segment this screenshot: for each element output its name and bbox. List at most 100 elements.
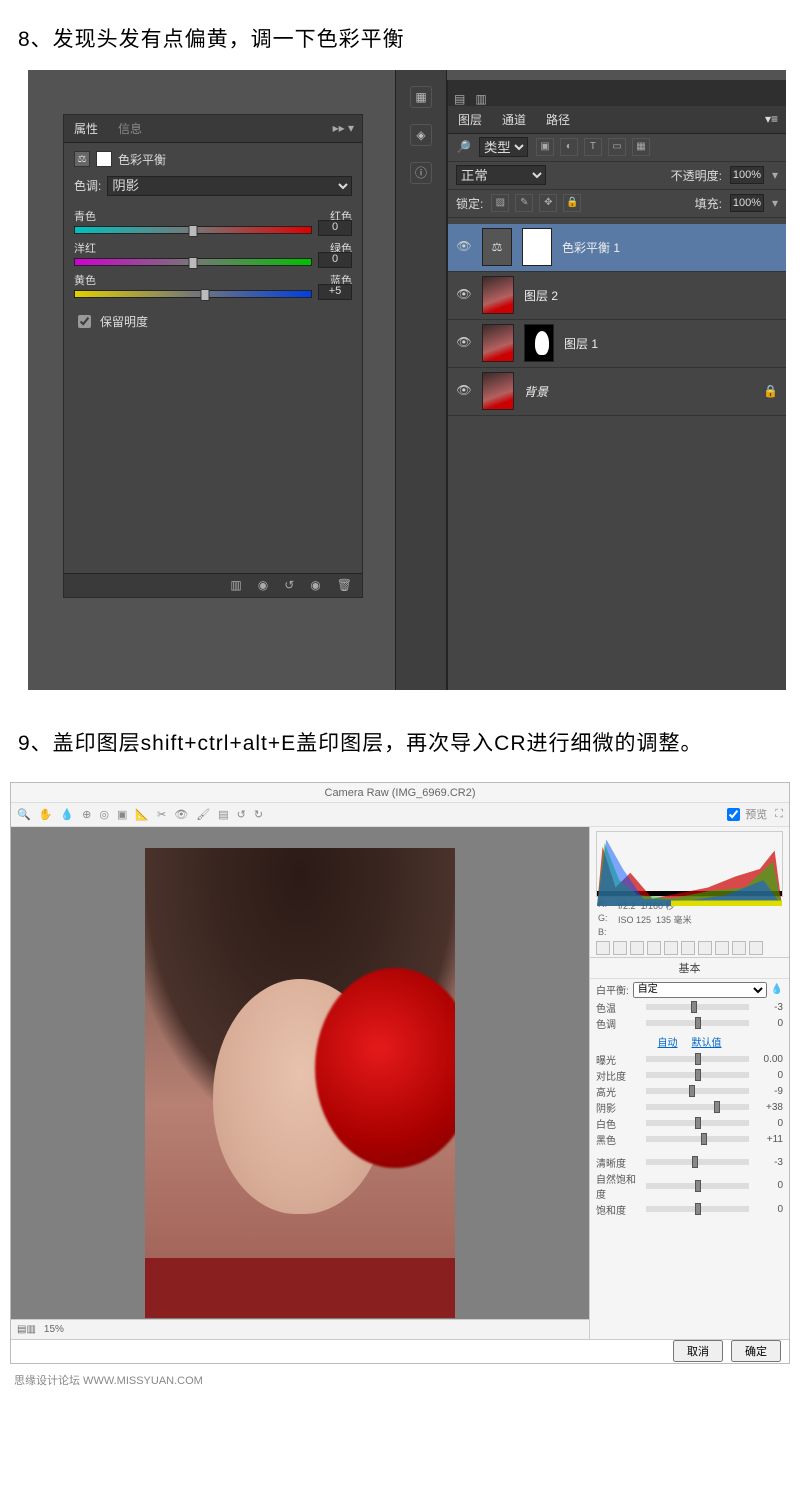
value-yellow-blue[interactable]: +5 — [318, 284, 352, 300]
tab-paths[interactable]: 路径 — [536, 106, 580, 133]
tab-detail-icon[interactable] — [630, 941, 644, 955]
view-prev-icon[interactable]: ◉ — [258, 578, 268, 592]
adjustment-thumb[interactable]: ⚖ — [482, 228, 512, 266]
slider-cyan-red[interactable]: 青色红色 0 — [74, 208, 352, 234]
sampler-tool-icon[interactable]: ⊕ — [82, 808, 91, 821]
slider-clarity[interactable]: 清晰度-3 — [596, 1155, 783, 1170]
filter-shape-icon[interactable]: ▭ — [608, 138, 626, 156]
brush-tool-icon[interactable]: 🖌 — [196, 808, 210, 821]
crop-tool-icon[interactable]: ▣ — [117, 808, 127, 821]
tab-split-icon[interactable] — [664, 941, 678, 955]
layer-thumb[interactable] — [482, 372, 514, 410]
rotate-cw-icon[interactable]: ↻ — [254, 808, 263, 821]
fill-dropdown-icon[interactable]: ▾ — [772, 196, 778, 210]
ok-button[interactable]: 确定 — [731, 1340, 781, 1362]
opacity-dropdown-icon[interactable]: ▾ — [772, 168, 778, 182]
wb-select[interactable]: 自定 — [633, 982, 767, 998]
mask-thumb[interactable] — [524, 324, 554, 362]
cr-preview-area[interactable]: ▤▥ 15% — [11, 827, 589, 1339]
blend-mode-select[interactable]: 正常 — [456, 165, 546, 185]
tab-layers[interactable]: 图层 — [448, 106, 492, 133]
tone-select[interactable]: 阴影 — [107, 176, 352, 196]
panel-menu-icon[interactable]: ▸▸ ▾ — [325, 121, 362, 135]
layer-name[interactable]: 色彩平衡 1 — [562, 239, 620, 256]
hand-tool-icon[interactable]: ✋ — [39, 808, 53, 821]
layer-mask-thumb[interactable] — [96, 151, 112, 167]
lock-move-icon[interactable]: ✥ — [539, 194, 557, 212]
eye-icon[interactable]: 👁 — [456, 383, 472, 399]
preserve-luminosity-checkbox[interactable]: 保留明度 — [74, 312, 352, 331]
layer-row-1[interactable]: 👁 图层 1 — [448, 320, 786, 368]
value-cyan-red[interactable]: 0 — [318, 220, 352, 236]
arrange-icon[interactable]: ▦ — [410, 86, 432, 108]
mask-thumb[interactable] — [522, 228, 552, 266]
slider-shadows[interactable]: 阴影+38 — [596, 1100, 783, 1115]
slider-highlights[interactable]: 高光-9 — [596, 1084, 783, 1099]
target-tool-icon[interactable]: ◎ — [99, 808, 109, 821]
lock-all-icon[interactable]: 🔒 — [563, 194, 581, 212]
layers-menu-icon[interactable]: ▾≡ — [757, 112, 786, 126]
layer-name[interactable]: 图层 1 — [564, 335, 598, 352]
tab-hsl-icon[interactable] — [647, 941, 661, 955]
slider-temp[interactable]: 色温-3 — [596, 1000, 783, 1015]
filter-type-icon[interactable]: T — [584, 138, 602, 156]
slider-exposure[interactable]: 曝光0.00 — [596, 1052, 783, 1067]
align-icon[interactable]: ▤ — [454, 92, 465, 106]
layer-name[interactable]: 图层 2 — [524, 287, 558, 304]
zoom-value[interactable]: 15% — [44, 1324, 64, 1335]
layer-row-2[interactable]: 👁 图层 2 — [448, 272, 786, 320]
eye-icon[interactable]: 👁 — [456, 335, 472, 351]
auto-link[interactable]: 自动 — [658, 1034, 678, 1049]
layer-thumb[interactable] — [482, 324, 514, 362]
tab-lens-icon[interactable] — [681, 941, 695, 955]
wb-tool-icon[interactable]: 💧 — [60, 808, 74, 821]
redeye-tool-icon[interactable]: 👁 — [174, 808, 188, 821]
tab-calib-icon[interactable] — [715, 941, 729, 955]
rotate-ccw-icon[interactable]: ↺ — [237, 808, 246, 821]
preview-checkbox[interactable]: 预览 — [723, 805, 767, 824]
tab-snap-icon[interactable] — [749, 941, 763, 955]
tab-channels[interactable]: 通道 — [492, 106, 536, 133]
cube-icon[interactable]: ◈ — [410, 124, 432, 146]
tab-preset-icon[interactable] — [732, 941, 746, 955]
filter-pixel-icon[interactable]: ▣ — [536, 138, 554, 156]
tab-properties[interactable]: 属性 — [64, 115, 108, 142]
grad-tool-icon[interactable]: ▤ — [218, 808, 228, 821]
reset-icon[interactable]: ↺ — [284, 578, 294, 592]
trash-icon[interactable]: 🗑 — [337, 578, 352, 592]
fullscreen-icon[interactable]: ⛶ — [775, 808, 783, 821]
slider-saturation[interactable]: 饱和度0 — [596, 1202, 783, 1217]
slider-magenta-green[interactable]: 洋红绿色 0 — [74, 240, 352, 266]
filmstrip-icon[interactable]: ▤▥ — [17, 1324, 36, 1335]
filter-type-select[interactable]: 类型 — [479, 137, 528, 157]
slider-blacks[interactable]: 黑色+11 — [596, 1132, 783, 1147]
lock-trans-icon[interactable]: ▨ — [491, 194, 509, 212]
clip-icon[interactable]: ▥ — [230, 578, 241, 592]
align-icon[interactable]: ▥ — [475, 92, 486, 106]
eye-icon[interactable]: 👁 — [456, 239, 472, 255]
tab-fx-icon[interactable] — [698, 941, 712, 955]
filter-adjust-icon[interactable]: ◐ — [560, 138, 578, 156]
spot-tool-icon[interactable]: ✂ — [157, 808, 166, 821]
lock-paint-icon[interactable]: ✎ — [515, 194, 533, 212]
cancel-button[interactable]: 取消 — [673, 1340, 723, 1362]
layer-row-background[interactable]: 👁 背景 🔒 — [448, 368, 786, 416]
fill-value[interactable]: 100% — [730, 194, 764, 212]
opacity-value[interactable]: 100% — [730, 166, 764, 184]
value-magenta-green[interactable]: 0 — [318, 252, 352, 268]
visibility-icon[interactable]: ◉ — [310, 578, 320, 592]
layer-thumb[interactable] — [482, 276, 514, 314]
tab-basic-icon[interactable] — [596, 941, 610, 955]
slider-vibrance[interactable]: 自然饱和度0 — [596, 1171, 783, 1201]
preserve-luminosity-input[interactable] — [78, 315, 91, 328]
slider-whites[interactable]: 白色0 — [596, 1116, 783, 1131]
filter-smart-icon[interactable]: ▦ — [632, 138, 650, 156]
wb-eyedropper-icon[interactable]: 💧 — [771, 984, 783, 995]
tab-curve-icon[interactable] — [613, 941, 627, 955]
layer-row-color-balance[interactable]: 👁 ⚖ 色彩平衡 1 — [448, 224, 786, 272]
tab-info[interactable]: 信息 — [108, 115, 152, 142]
layer-name[interactable]: 背景 — [524, 383, 548, 400]
zoom-tool-icon[interactable]: 🔍 — [17, 808, 31, 821]
eye-icon[interactable]: 👁 — [456, 287, 472, 303]
slider-yellow-blue[interactable]: 黄色蓝色 +5 — [74, 272, 352, 298]
